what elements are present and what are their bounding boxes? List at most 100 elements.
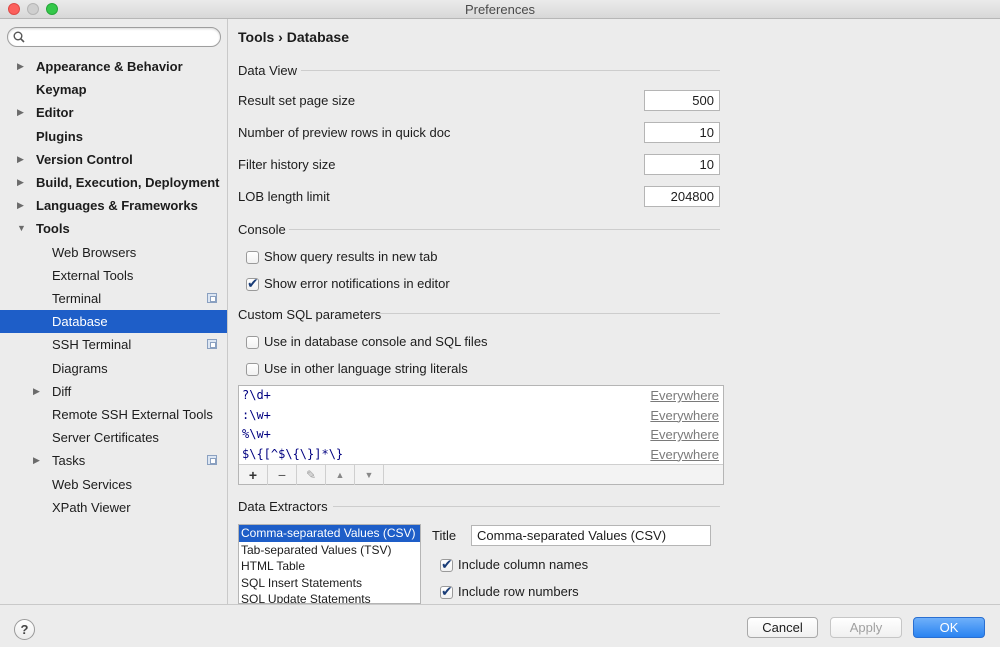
cancel-button[interactable]: Cancel <box>747 617 818 638</box>
maximize-window-button[interactable] <box>46 3 58 15</box>
sidebar-item-appearance-behavior[interactable]: ▶ Appearance & Behavior <box>0 55 227 78</box>
include-row-numbers-checkbox[interactable] <box>440 583 453 600</box>
show-error-notifications-checkbox[interactable] <box>246 275 259 292</box>
add-parameter-button[interactable]: + <box>239 465 268 485</box>
use-in-string-literals-checkbox[interactable] <box>246 363 259 376</box>
collapsed-arrow-icon[interactable]: ▶ <box>17 55 24 78</box>
window-title: Preferences <box>464 2 536 17</box>
sidebar-item-server-certificates[interactable]: Server Certificates <box>0 426 227 449</box>
sidebar-item-build-execution-deployment[interactable]: ▶ Build, Execution, Deployment <box>0 171 227 194</box>
sidebar-item-label: Terminal <box>52 291 102 306</box>
move-down-button[interactable]: ▼ <box>355 465 384 485</box>
help-button[interactable]: ? <box>14 619 35 640</box>
parameter-scope-link[interactable]: Everywhere <box>650 386 719 405</box>
collapsed-arrow-icon[interactable]: ▶ <box>17 148 24 171</box>
list-item[interactable]: Comma-separated Values (CSV) <box>239 525 420 542</box>
sidebar-item-database[interactable]: Database <box>0 310 227 334</box>
sidebar-item-editor[interactable]: ▶ Editor <box>0 101 227 124</box>
sidebar-item-label: External Tools <box>52 267 134 283</box>
sidebar-item-version-control[interactable]: ▶ Version Control <box>0 148 227 171</box>
parameter-scope-link[interactable]: Everywhere <box>650 406 719 425</box>
sidebar-item-label: Web Services <box>52 476 132 492</box>
sidebar-item-diagrams[interactable]: Diagrams <box>0 357 227 380</box>
sidebar-item-terminal[interactable]: Terminal <box>0 287 227 310</box>
search-box[interactable] <box>7 27 221 47</box>
sidebar-item-web-services[interactable]: Web Services <box>0 473 227 496</box>
list-item[interactable]: SQL Insert Statements <box>239 575 420 592</box>
table-row[interactable]: ?\d+ Everywhere <box>239 386 723 405</box>
sidebar-item-label: Build, Execution, Deployment <box>36 175 220 190</box>
data-extractors-list: Comma-separated Values (CSV) Tab-separat… <box>238 524 421 604</box>
sidebar-item-label: Appearance & Behavior <box>36 59 183 74</box>
list-item[interactable]: Tab-separated Values (TSV) <box>239 542 420 559</box>
sidebar-item-tasks[interactable]: ▶ Tasks <box>0 449 227 472</box>
collapsed-arrow-icon[interactable]: ▶ <box>17 194 24 217</box>
remove-parameter-button[interactable]: − <box>268 465 297 485</box>
sidebar-item-ssh-terminal[interactable]: SSH Terminal <box>0 333 227 356</box>
preview-rows-label: Number of preview rows in quick doc <box>238 125 451 140</box>
list-item[interactable]: SQL Update Statements <box>239 591 420 603</box>
sidebar-item-label: Tools <box>36 221 70 237</box>
collapsed-arrow-icon[interactable]: ▶ <box>33 380 40 403</box>
collapsed-arrow-icon[interactable]: ▶ <box>33 449 40 472</box>
sidebar-item-external-tools[interactable]: External Tools <box>0 264 227 287</box>
sidebar-item-label: Version Control <box>36 151 133 167</box>
use-in-console-checkbox[interactable] <box>246 336 259 349</box>
show-query-results-label: Show query results in new tab <box>264 249 438 264</box>
sql-parameters-table: ?\d+ Everywhere :\w+ Everywhere %\w+ Eve… <box>238 385 724 485</box>
collapsed-arrow-icon[interactable]: ▶ <box>17 171 24 194</box>
show-error-notifications-label: Show error notifications in editor <box>264 276 450 291</box>
sidebar-item-plugins[interactable]: Plugins <box>0 125 227 148</box>
minimize-window-button[interactable] <box>27 3 39 15</box>
project-settings-icon <box>207 339 217 350</box>
use-in-string-literals-label: Use in other language string literals <box>264 361 468 376</box>
preview-rows-input[interactable]: 10 <box>644 122 720 143</box>
sidebar-item-label: Diff <box>52 383 72 399</box>
sidebar-item-web-browsers[interactable]: Web Browsers <box>0 241 227 264</box>
section-header-console: Console <box>238 222 286 237</box>
table-row[interactable]: %\w+ Everywhere <box>239 425 723 444</box>
include-column-names-checkbox[interactable] <box>440 556 453 573</box>
parameter-pattern: ?\d+ <box>242 388 271 402</box>
sidebar-item-label: Web Browsers <box>52 244 137 260</box>
parameter-pattern: $\{[^$\{\}]*\} <box>242 446 344 461</box>
close-window-button[interactable] <box>8 3 20 15</box>
sidebar-item-languages-frameworks[interactable]: ▶ Languages & Frameworks <box>0 194 227 217</box>
search-input[interactable] <box>28 29 213 45</box>
result-set-page-size-input[interactable]: 500 <box>644 90 720 111</box>
apply-button[interactable]: Apply <box>830 617 902 638</box>
sidebar-item-label: Remote SSH External Tools <box>52 407 213 422</box>
sidebar-item-remote-ssh-external-tools[interactable]: Remote SSH External Tools <box>0 403 227 426</box>
section-divider <box>301 70 720 71</box>
parameter-scope-link[interactable]: Everywhere <box>650 425 719 444</box>
ok-button[interactable]: OK <box>913 617 985 638</box>
sidebar-item-tools[interactable]: ▼ Tools <box>0 217 227 240</box>
expanded-arrow-icon[interactable]: ▼ <box>17 217 26 240</box>
table-row[interactable]: $\{[^$\{\}]*\} Everywhere <box>239 445 723 464</box>
filter-history-size-label: Filter history size <box>238 157 336 172</box>
filter-history-size-input[interactable]: 10 <box>644 154 720 175</box>
show-query-results-checkbox[interactable] <box>246 251 259 264</box>
breadcrumb: Tools › Database <box>238 29 349 45</box>
sidebar-item-label: Tasks <box>52 453 86 469</box>
lob-length-limit-input[interactable]: 204800 <box>644 186 720 207</box>
edit-parameter-button[interactable]: ✎ <box>297 465 326 485</box>
sidebar-item-keymap[interactable]: Keymap <box>0 78 227 101</box>
collapsed-arrow-icon[interactable]: ▶ <box>17 101 24 124</box>
search-icon <box>13 31 25 43</box>
list-item[interactable]: HTML Table <box>239 558 420 575</box>
project-settings-icon <box>207 293 217 303</box>
move-up-button[interactable]: ▲ <box>326 465 355 485</box>
section-header-custom-sql: Custom SQL parameters <box>238 307 382 322</box>
extractor-title-input[interactable]: Comma-separated Values (CSV) <box>471 525 711 546</box>
sidebar-item-label: SSH Terminal <box>52 337 132 353</box>
table-row[interactable]: :\w+ Everywhere <box>239 406 723 425</box>
parameter-scope-link[interactable]: Everywhere <box>650 445 719 464</box>
extractor-title-label: Title <box>432 528 457 543</box>
lob-length-limit-label: LOB length limit <box>238 189 330 204</box>
sidebar-item-label: Languages & Frameworks <box>36 198 198 214</box>
database-settings-panel: Tools › Database Data View Result set pa… <box>229 19 1000 604</box>
sidebar-item-diff[interactable]: ▶ Diff <box>0 380 227 403</box>
sidebar-item-xpath-viewer[interactable]: XPath Viewer <box>0 496 227 519</box>
parameter-pattern: %\w+ <box>242 427 271 441</box>
